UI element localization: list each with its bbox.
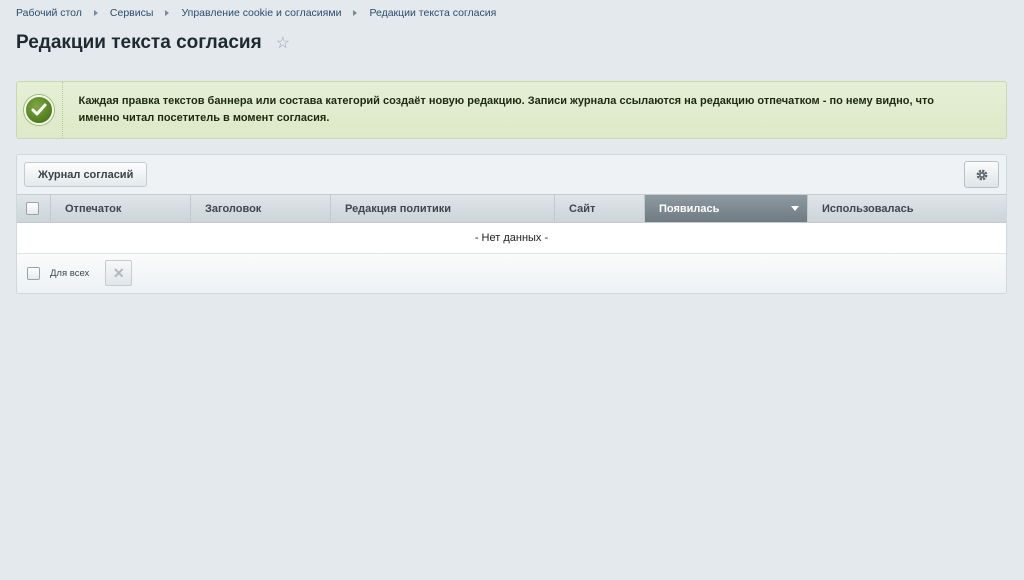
column-header-used[interactable]: Использовалась [808,195,1006,222]
column-header-title[interactable]: Заголовок [191,195,331,222]
column-header-appeared-label: Появилась [659,202,720,215]
breadcrumb-arrow-icon [93,10,98,16]
checkmark-icon [24,95,55,125]
notice-text: Каждая правка текстов баннера или состав… [78,95,935,124]
info-notice: Каждая правка текстов баннера или состав… [16,81,1007,139]
select-all-header [17,195,51,222]
for-all-checkbox[interactable] [27,266,40,280]
breadcrumb-arrow-icon [165,10,170,16]
column-header-site[interactable]: Сайт [555,195,645,222]
breadcrumb-desktop[interactable]: Рабочий стол [16,7,82,19]
empty-row: - Нет данных - [17,223,1006,254]
page-title: Редакции текста согласия [16,32,262,53]
page-title-row: Редакции текста согласия ☆ [16,32,290,54]
grid-footer: Для всех ✕ [17,254,1006,292]
table-header: Отпечаток Заголовок Редакция политики Са… [17,194,1006,223]
breadcrumb: Рабочий стол Сервисы Управление cookie и… [16,7,496,19]
breadcrumb-current[interactable]: Редакции текста согласия [369,7,496,19]
delete-button[interactable]: ✕ [105,260,133,286]
star-icon[interactable]: ☆ [276,33,290,53]
column-header-appeared[interactable]: Появилась [645,195,808,222]
grid-panel: Журнал согласий Отпечаток Заголовок Реда… [16,154,1007,294]
settings-button[interactable] [964,161,999,188]
grid-toolbar: Журнал согласий [17,155,1006,194]
select-all-checkbox[interactable] [26,202,39,215]
breadcrumb-arrow-icon [353,10,358,16]
consent-journal-button[interactable]: Журнал согласий [24,162,148,187]
column-header-fingerprint[interactable]: Отпечаток [51,195,191,222]
for-all-label: Для всех [50,267,90,279]
column-header-policy-revision[interactable]: Редакция политики [331,195,555,222]
sort-desc-icon [791,206,799,211]
close-icon: ✕ [112,264,125,281]
empty-message: - Нет данных - [474,232,549,244]
gear-icon [976,169,987,180]
breadcrumb-cookie-management[interactable]: Управление cookie и согласиями [181,7,341,19]
breadcrumb-services[interactable]: Сервисы [110,7,154,19]
